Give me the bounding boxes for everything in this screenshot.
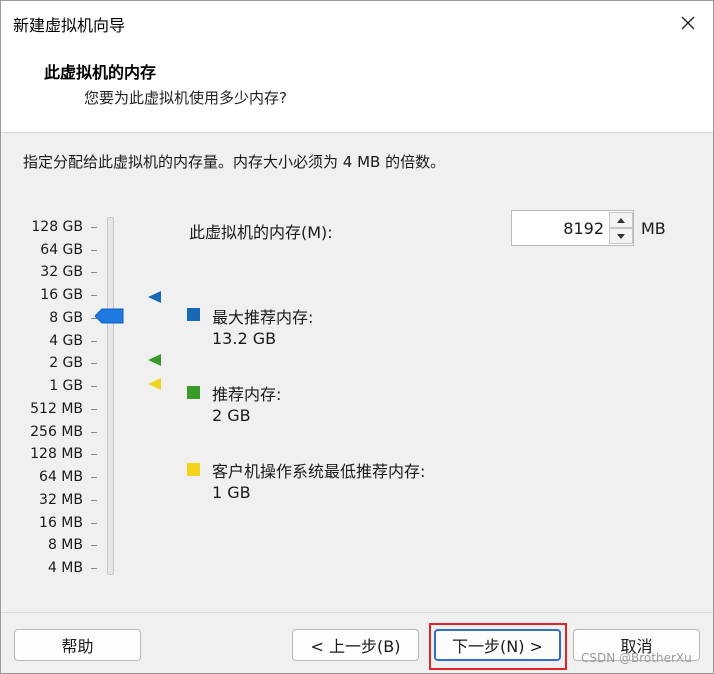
scale-tick [91, 227, 97, 228]
scale-label-64mb: 64 MB [39, 469, 83, 485]
scale-label-4mb: 4 MB [47, 560, 83, 576]
guest-min-value: 1 GB [212, 483, 251, 502]
page-subtitle: 您要为此虚拟机使用多少内存? [84, 89, 287, 107]
next-button-highlight [429, 623, 567, 670]
scale-tick [91, 272, 97, 273]
scale-tick [91, 295, 97, 296]
scale-tick [91, 477, 97, 478]
memory-field-label: 此虚拟机的内存(M): [189, 223, 333, 242]
scale-tick [91, 568, 97, 569]
title-bar: 新建虚拟机向导 [1, 1, 713, 45]
recommended-swatch [187, 386, 200, 399]
memory-slider-track[interactable] [107, 217, 114, 575]
caret-down-icon [617, 233, 625, 239]
scale-tick [91, 432, 97, 433]
wizard-header: 此虚拟机的内存 您要为此虚拟机使用多少内存? [1, 45, 713, 133]
scale-tick [91, 386, 97, 387]
help-button[interactable]: 帮助 [14, 629, 141, 661]
memory-input[interactable] [512, 211, 608, 245]
scale-tick [91, 363, 97, 364]
guest-min-marker-icon [148, 378, 161, 390]
instruction-text: 指定分配给此虚拟机的内存量。内存大小必须为 4 MB 的倍数。 [23, 153, 446, 171]
memory-decrement-button[interactable] [609, 228, 633, 244]
watermark: CSDN @BrotherXu [581, 651, 692, 665]
caret-up-icon [617, 217, 625, 223]
close-button[interactable] [673, 8, 703, 38]
recommended-label: 推荐内存: [212, 385, 282, 404]
page-title: 此虚拟机的内存 [44, 63, 157, 82]
max-recommended-label: 最大推荐内存: [212, 308, 314, 327]
memory-increment-button[interactable] [609, 212, 633, 228]
memory-unit: MB [641, 219, 666, 238]
back-button[interactable]: < 上一步(B) [292, 629, 419, 661]
scale-label-16mb: 16 MB [39, 515, 83, 531]
scale-label-32gb: 32 GB [40, 264, 83, 280]
footer-divider [1, 612, 713, 613]
scale-label-512mb: 512 MB [30, 401, 83, 417]
memory-slider-thumb[interactable] [95, 308, 125, 324]
scale-tick [91, 409, 97, 410]
max-recommended-value: 13.2 GB [212, 329, 277, 348]
max-recommended-marker-icon [148, 291, 161, 303]
scale-tick [91, 341, 97, 342]
scale-label-128mb: 128 MB [30, 446, 83, 462]
memory-spinner [511, 210, 634, 246]
wizard-window: 新建虚拟机向导 此虚拟机的内存 您要为此虚拟机使用多少内存? 指定分配给此虚拟机… [0, 0, 714, 674]
scale-tick [91, 545, 97, 546]
scale-label-16gb: 16 GB [40, 287, 83, 303]
scale-tick [91, 523, 97, 524]
max-recommended-swatch [187, 308, 200, 321]
scale-label-256mb: 256 MB [30, 424, 83, 440]
scale-label-8gb: 8 GB [49, 310, 83, 326]
scale-label-1gb: 1 GB [49, 378, 83, 394]
close-icon [681, 16, 695, 30]
recommended-value: 2 GB [212, 406, 251, 425]
scale-label-8mb: 8 MB [47, 537, 83, 553]
scale-label-128gb: 128 GB [31, 219, 83, 235]
window-title: 新建虚拟机向导 [13, 16, 126, 35]
recommended-marker-icon [148, 354, 161, 366]
scale-tick [91, 500, 97, 501]
scale-label-4gb: 4 GB [49, 333, 83, 349]
scale-label-2gb: 2 GB [49, 355, 83, 371]
guest-min-label: 客户机操作系统最低推荐内存: [212, 462, 426, 481]
scale-tick [91, 250, 97, 251]
scale-label-32mb: 32 MB [39, 492, 83, 508]
scale-tick [91, 454, 97, 455]
guest-min-swatch [187, 463, 200, 476]
scale-label-64gb: 64 GB [40, 242, 83, 258]
